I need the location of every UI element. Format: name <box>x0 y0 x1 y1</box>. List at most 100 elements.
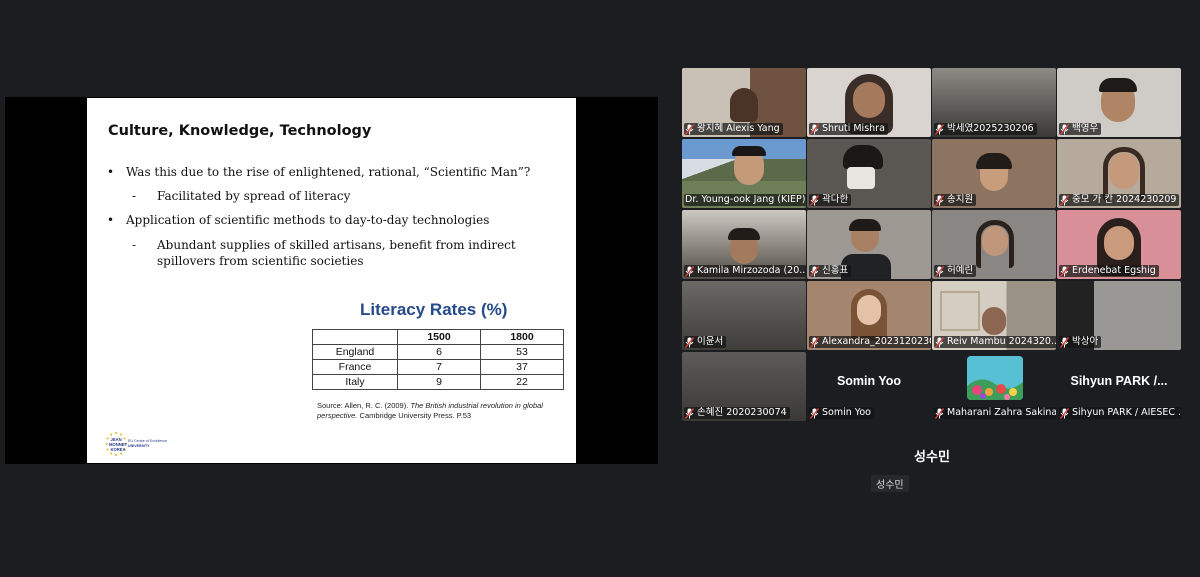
participant-tile[interactable]: 중모 가 칸 2024230209 <box>1057 139 1181 208</box>
participant-tile[interactable]: Sihyun PARK /... Sihyun PARK / AIESEC ..… <box>1057 352 1181 421</box>
table-header-row: 1500 1800 <box>312 329 564 345</box>
mic-muted-icon <box>810 265 819 277</box>
source-citation: Source: Allen, R. C. (2009). The British… <box>317 401 557 421</box>
table-cell: 37 <box>480 359 564 375</box>
participant-tile[interactable]: 곽다한 <box>807 139 931 208</box>
table-row: France 7 37 <box>312 359 564 375</box>
mic-muted-icon <box>685 265 694 277</box>
presentation-slide: Culture, Knowledge, Technology • Was thi… <box>87 98 576 463</box>
participant-name-tag: 송지원 <box>934 194 977 206</box>
participant-tile[interactable]: 송지원 <box>932 139 1056 208</box>
participant-placeholder-name: Somin Yoo <box>836 374 902 388</box>
mic-muted-icon <box>1060 265 1069 277</box>
mic-muted-icon <box>685 123 694 135</box>
subbullet-text: Abundant supplies of skilled artisans, b… <box>157 238 516 268</box>
participant-name-tag: Shruti Mishra <box>809 123 888 135</box>
participant-name-tag: 백영우 <box>1059 123 1102 135</box>
jean-monnet-logo: JEAN MONNET KOREA EU Centre of Excellenc… <box>105 431 167 457</box>
participant-name-tag: 허예린 <box>934 265 977 277</box>
mic-muted-icon <box>935 265 944 277</box>
source-suffix: Cambridge University Press. P.53 <box>357 411 472 420</box>
svg-text:KOREA: KOREA <box>111 447 126 452</box>
mic-muted-icon <box>935 194 944 206</box>
bullet-text: Application of scientific methods to day… <box>126 213 490 227</box>
source-prefix: Source: Allen, R. C. (2009). <box>317 401 411 410</box>
mic-muted-icon <box>1060 336 1069 348</box>
participant-tile[interactable]: 신홍표 <box>807 210 931 279</box>
participant-tile[interactable]: 이윤서 <box>682 281 806 350</box>
participant-tile[interactable]: Somin Yoo Somin Yoo <box>807 352 931 421</box>
participant-tile[interactable]: 허예린 <box>932 210 1056 279</box>
mic-muted-icon <box>810 194 819 206</box>
participant-name-tag: Kamila Mirzozoda (20... <box>684 265 806 277</box>
participant-tile[interactable]: Erdenebat Egshig <box>1057 210 1181 279</box>
participant-tile[interactable]: Kamila Mirzozoda (20... <box>682 210 806 279</box>
participant-tile[interactable]: 왕지혜 Alexis Yang <box>682 68 806 137</box>
participant-name-tag: 박상아 <box>1059 336 1102 348</box>
table-cell: 53 <box>480 344 564 360</box>
participant-name-tag: Dr. Young-ook Jang (KIEP) <box>684 194 806 206</box>
screen-share-area: Culture, Knowledge, Technology • Was thi… <box>5 97 658 464</box>
table-row: Italy 9 22 <box>312 374 564 390</box>
mic-muted-icon <box>810 123 819 135</box>
table-cell: Italy <box>312 374 398 390</box>
participant-placeholder-name: Sihyun PARK /... <box>1070 374 1168 388</box>
participant-name-tag: Alexandra_2023120230 <box>809 336 931 348</box>
participant-name-tag: 중모 가 칸 2024230209 <box>1059 194 1180 206</box>
bullet-icon: • <box>107 213 115 227</box>
mic-muted-icon <box>1060 123 1069 135</box>
self-view-name-tag[interactable]: 성수민 <box>871 475 909 492</box>
participant-name-tag: Sihyun PARK / AIESEC ... <box>1059 407 1181 419</box>
participant-tile[interactable]: Shruti Mishra <box>807 68 931 137</box>
participant-tile[interactable]: Maharani Zahra Sakina <box>932 352 1056 421</box>
table-header-cell: 1500 <box>397 329 481 345</box>
bullet-text: Was this due to the rise of enlightened,… <box>126 165 531 179</box>
slide-title: Culture, Knowledge, Technology <box>108 123 372 139</box>
mic-muted-icon <box>935 407 944 419</box>
table-cell: England <box>312 344 398 360</box>
table-header-cell: 1800 <box>480 329 564 345</box>
subbullet-text: Facilitated by spread of literacy <box>157 189 351 203</box>
table-cell: 9 <box>397 374 481 390</box>
mic-muted-icon <box>685 407 694 419</box>
participant-tile[interactable]: 박세였2025230206 <box>932 68 1056 137</box>
participant-name-tag: 신홍표 <box>809 265 852 277</box>
participant-name-tag: 이윤서 <box>684 336 727 348</box>
table-cell: France <box>312 359 398 375</box>
mic-muted-icon <box>810 336 819 348</box>
mic-muted-icon <box>935 336 944 348</box>
mic-muted-icon <box>1060 407 1069 419</box>
participant-tile[interactable]: Alexandra_2023120230 <box>807 281 931 350</box>
active-speaker-tile[interactable]: Dr. Young-ook Jang (KIEP) <box>682 139 806 208</box>
mic-muted-icon <box>935 123 944 135</box>
participant-name-tag: Maharani Zahra Sakina <box>934 407 1056 419</box>
table-cell: 7 <box>397 359 481 375</box>
table-cell: 22 <box>480 374 564 390</box>
dash-icon: - <box>132 238 137 252</box>
table-title: Literacy Rates (%) <box>360 300 508 319</box>
mic-muted-icon <box>810 407 819 419</box>
bullet-icon: • <box>107 165 115 179</box>
literacy-table: 1500 1800 England 6 53 France 7 37 Italy… <box>312 329 564 390</box>
self-view-name: 성수민 <box>914 450 950 465</box>
mic-muted-icon <box>1060 194 1069 206</box>
participant-name-tag: 왕지혜 Alexis Yang <box>684 123 783 135</box>
participant-name-tag: Erdenebat Egshig <box>1059 265 1159 277</box>
participant-tile[interactable]: 백영우 <box>1057 68 1181 137</box>
participant-tile[interactable]: 손혜진 2020230074 <box>682 352 806 421</box>
participant-name-tag: Reiv Mambu 2024320... <box>934 336 1056 348</box>
participant-name-tag: Somin Yoo <box>809 407 874 419</box>
participant-name-tag: 박세였2025230206 <box>934 123 1037 135</box>
participant-gallery: 왕지혜 Alexis Yang Shruti Mishra 박세였2025230… <box>682 68 1182 422</box>
table-row: England 6 53 <box>312 344 564 360</box>
dash-icon: - <box>132 189 137 203</box>
participant-tile[interactable]: Reiv Mambu 2024320... <box>932 281 1056 350</box>
participant-name-tag: 곽다한 <box>809 194 852 206</box>
participant-name-tag: 손혜진 2020230074 <box>684 407 790 419</box>
participant-tile[interactable]: 박상아 <box>1057 281 1181 350</box>
table-header-cell <box>312 329 398 345</box>
svg-text:UNIVERSITY: UNIVERSITY <box>128 444 150 448</box>
mic-muted-icon <box>685 336 694 348</box>
svg-text:EU Centre of Excellence: EU Centre of Excellence <box>128 439 167 443</box>
profile-picture <box>967 356 1023 400</box>
